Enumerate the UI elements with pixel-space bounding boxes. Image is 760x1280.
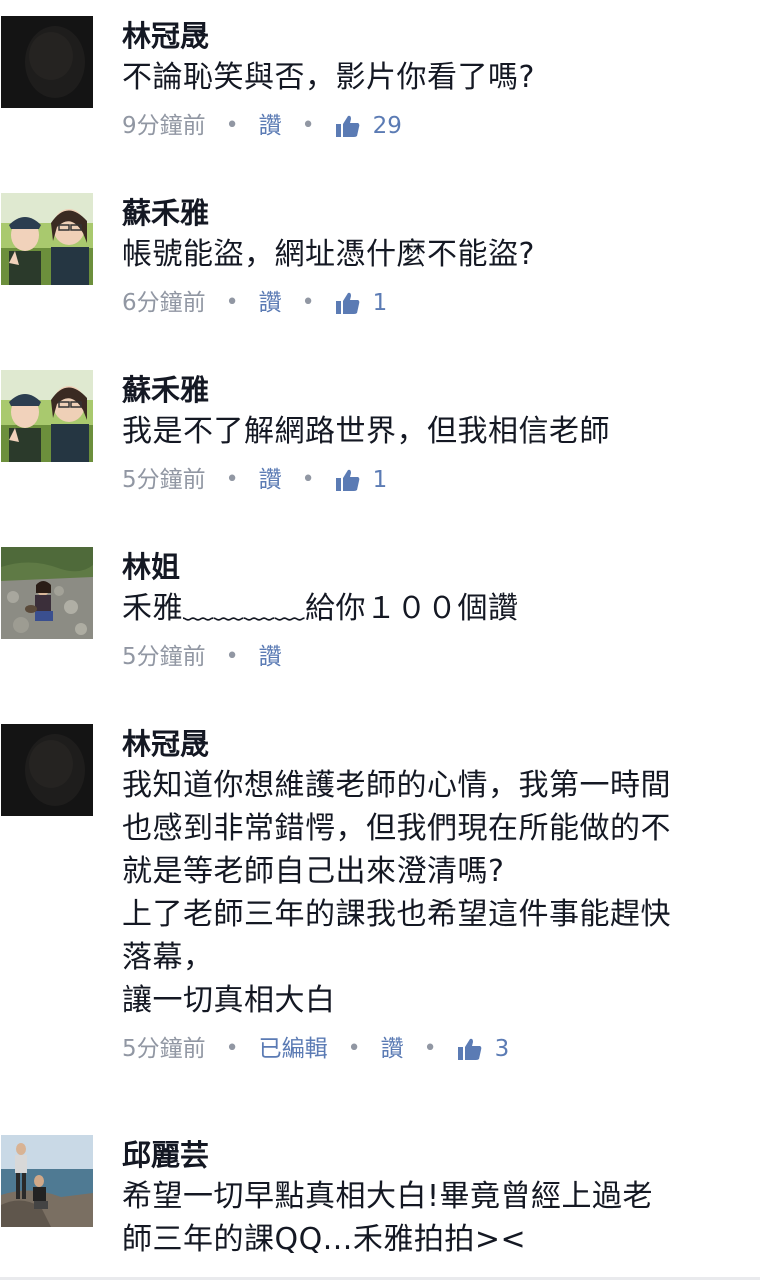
like-button[interactable]: 讚 (259, 465, 282, 495)
timestamp[interactable]: 5分鐘前 (122, 1034, 206, 1064)
commenter-name[interactable]: 林冠晟 (122, 16, 758, 56)
avatar[interactable] (1, 724, 93, 816)
timestamp[interactable]: 5分鐘前 (122, 465, 206, 495)
person-on-rocks-photo-icon (1, 547, 93, 639)
comment-text: 不論恥笑與否，影片你看了嗎? (122, 60, 535, 95)
comment-meta: 5分鐘前 • 讚 • 1 (122, 465, 388, 495)
edited-link[interactable]: 已編輯 (259, 1034, 328, 1064)
like-button[interactable]: 讚 (259, 111, 282, 141)
comment-text: 我知道你想維護老師的心情，我第一時間 也感到非常錯愕，但我們現在所能做的不 就是… (122, 768, 671, 1018)
like-button[interactable]: 讚 (381, 1034, 404, 1064)
like-count[interactable]: 3 (495, 1034, 510, 1064)
comment-text: 我是不了解網路世界，但我相信老師 (122, 414, 610, 449)
two-people-outdoor-photo-icon (1, 193, 93, 285)
timestamp[interactable]: 6分鐘前 (122, 288, 206, 318)
avatar[interactable] (1, 547, 93, 639)
comment-text: 禾雅﹏﹏﹏﹏給你１００個讚 (122, 591, 519, 626)
thumbs-up-icon[interactable] (335, 468, 361, 492)
comment-meta: 9分鐘前 • 讚 • 29 (122, 111, 402, 141)
like-button[interactable]: 讚 (259, 288, 282, 318)
commenter-name[interactable]: 林冠晟 (122, 724, 758, 764)
dark-profile-photo-icon (1, 724, 93, 816)
avatar[interactable] (1, 16, 93, 108)
comment-text: 希望一切早點真相大白!畢竟曾經上過老 師三年的課QQ...禾雅拍拍>< (122, 1179, 654, 1257)
timestamp[interactable]: 5分鐘前 (122, 642, 206, 672)
comment-meta: 6分鐘前 • 讚 • 1 (122, 288, 388, 318)
commenter-name[interactable]: 林姐 (122, 547, 758, 587)
comment-text: 帳號能盜，網址憑什麼不能盜? (122, 237, 535, 272)
thumbs-up-icon[interactable] (335, 114, 361, 138)
avatar[interactable] (1, 370, 93, 462)
comment-meta: 5分鐘前 • 讚 (122, 642, 282, 672)
like-count[interactable]: 29 (373, 111, 402, 141)
avatar[interactable] (1, 193, 93, 285)
avatar[interactable] (1, 1135, 93, 1227)
comment-meta: 5分鐘前 • 已編輯 • 讚 • 3 (122, 1034, 510, 1064)
dark-profile-photo-icon (1, 16, 93, 108)
comment-thread: 林冠晟 不論恥笑與否，影片你看了嗎? 9分鐘前 • 讚 • 29 蘇禾雅 帳號能… (0, 0, 760, 1280)
like-button[interactable]: 讚 (259, 642, 282, 672)
two-people-outdoor-photo-icon (1, 370, 93, 462)
thumbs-up-icon[interactable] (335, 291, 361, 315)
commenter-name[interactable]: 蘇禾雅 (122, 370, 758, 410)
commenter-name[interactable]: 邱麗芸 (122, 1135, 758, 1175)
timestamp[interactable]: 9分鐘前 (122, 111, 206, 141)
seaside-couple-photo-icon (1, 1135, 93, 1227)
like-count[interactable]: 1 (373, 288, 388, 318)
like-count[interactable]: 1 (373, 465, 388, 495)
commenter-name[interactable]: 蘇禾雅 (122, 193, 758, 233)
thumbs-up-icon[interactable] (457, 1037, 483, 1061)
